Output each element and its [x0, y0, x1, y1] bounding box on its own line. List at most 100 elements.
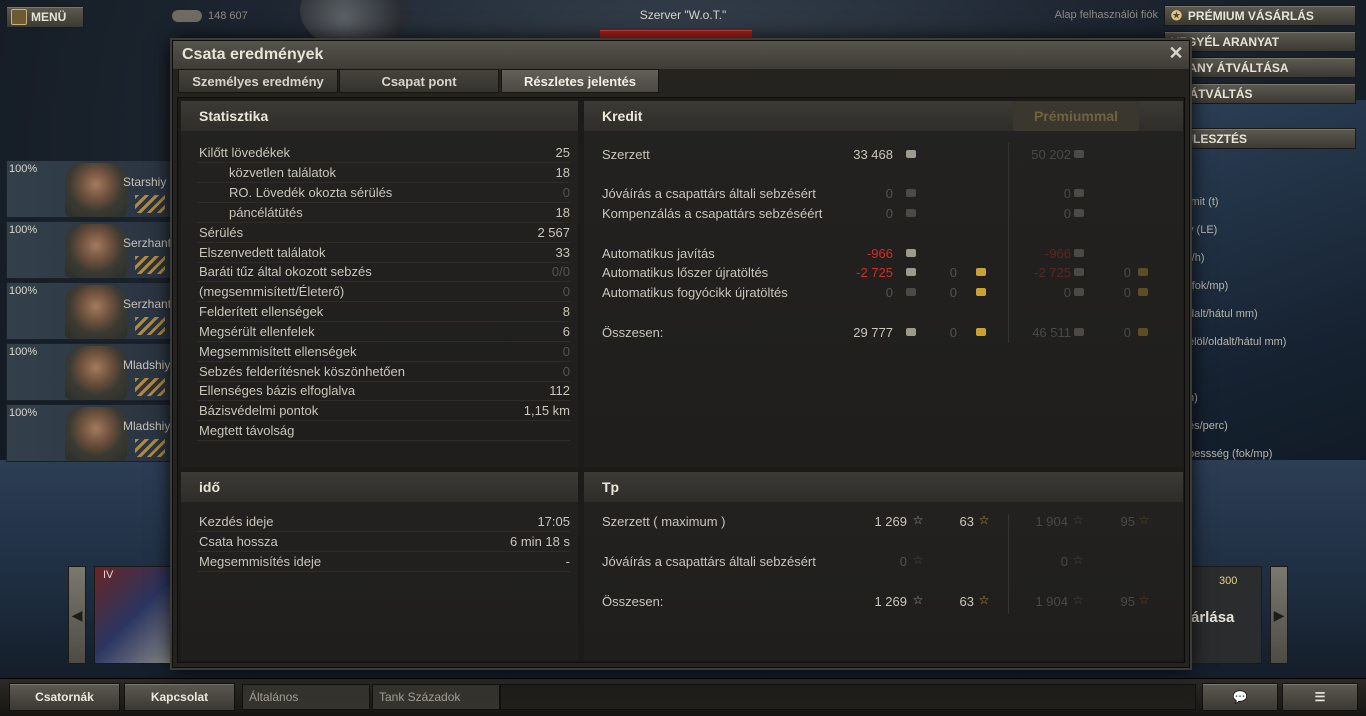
vehicle-stat: dalt/hátul mm) — [1188, 308, 1258, 320]
premium-credit-value: 46 511 — [1032, 325, 1071, 340]
rank-stripes-icon — [135, 439, 165, 457]
tab-team-score[interactable]: Csapat pont — [339, 69, 499, 93]
buy-slot-label: árlása — [1191, 609, 1235, 626]
crew-skill-percent: 100% — [9, 224, 38, 236]
stat-row: Elszenvedett találatok 33 — [181, 243, 578, 263]
credit-row: Automatikus lőszer újratöltés -2 725 0 -2 7… — [584, 263, 1183, 283]
stat-value: 2 567 — [537, 225, 570, 240]
xp-star-icon: ☆ — [1072, 513, 1084, 527]
credit-icon — [1074, 189, 1084, 197]
credit-label: Szerzett — [602, 147, 650, 162]
crew-rank: Starshiy — [123, 175, 167, 189]
channels-button[interactable]: Csatornák — [9, 683, 120, 711]
crew-member[interactable]: 100% Starshiy — [6, 160, 172, 218]
crew-member[interactable]: 100% Serzhant — [6, 282, 172, 340]
contacts-button[interactable]: Kapcsolat — [124, 683, 235, 711]
premium-header: Prémiummal — [1013, 101, 1139, 131]
xp-panel: Tp Szerzett ( maximum ) 1 269 ☆ 63 ☆ 1 904 ☆ 95… — [584, 472, 1183, 660]
credit-icon — [1074, 288, 1084, 296]
crew-member[interactable]: 100% Mladshiy — [6, 343, 172, 401]
crew-rank: Mladshiy — [123, 358, 171, 372]
premium-credit-value: 0 — [1063, 186, 1071, 201]
stat-row: közvetlen találatok 18 — [181, 163, 578, 183]
gold-value: 0 — [949, 325, 957, 340]
tab-personal-results[interactable]: Személyes eredmény — [178, 69, 338, 93]
crew-member[interactable]: 100% Mladshiy — [6, 404, 172, 462]
buy-gold-button[interactable]: VEGYÉL ARANYAT — [1164, 31, 1356, 52]
menu-button[interactable]: MENÜ — [6, 6, 84, 28]
xp-star-icon: ☆ — [912, 513, 924, 527]
carousel-right-arrow[interactable]: ▶ — [1270, 566, 1288, 664]
stat-value: 0 — [562, 185, 570, 200]
stat-value: 0 — [562, 364, 570, 379]
credits-display: 148 607 — [172, 10, 248, 22]
time-label: Megsemmisítés ideje — [199, 554, 322, 569]
chat-bubble-button[interactable]: 💬 — [1202, 683, 1278, 711]
stat-value: 8 — [562, 304, 570, 319]
stat-label: Bázisvédelmi pontok — [199, 403, 319, 418]
stat-label: Ellenséges bázis elfoglalva — [199, 383, 356, 398]
credit-panel: Kredit Prémiummal Szerzett 33 468 50 202 Jó… — [584, 101, 1183, 467]
credit-row: Automatikus fogyócikk újratöltés 0 0 0 0 — [584, 283, 1183, 303]
research-button[interactable]: FEJLESZTÉS — [1164, 128, 1356, 149]
premium-credit-value: 50 202 — [1031, 147, 1071, 162]
vehicle-stat: r/h) — [1188, 252, 1205, 264]
premium-credit-value: 0 — [1063, 206, 1071, 221]
stat-row: Sérülés 2 567 — [181, 223, 578, 243]
exchange-gold-button[interactable]: ARANY ÁTVÁLTÁSA — [1164, 57, 1356, 78]
premium-xp-value: 0 — [1060, 554, 1068, 569]
stat-value: 0 — [562, 344, 570, 359]
xp-row: Jóváírás a csapattárs általi sebzésért 0 ☆… — [584, 552, 1183, 572]
free-xp-value: 63 — [959, 594, 974, 609]
buy-premium-label: PRÉMIUM VÁSÁRLÁS — [1187, 8, 1314, 23]
stat-row: Sebzés felderítésnek köszönhetően 0 — [181, 362, 578, 382]
crew-portrait — [65, 224, 127, 278]
credit-icon — [906, 288, 916, 296]
stat-row: Ellenséges bázis elfoglalva 112 — [181, 381, 578, 401]
stat-label: Megsérült ellenfelek — [199, 324, 315, 339]
crew-skill-percent: 100% — [9, 407, 38, 419]
battle-results-window: Csata eredmények ✕ Személyes eredmény Cs… — [172, 40, 1190, 668]
crew-skill-percent: 100% — [9, 285, 38, 297]
tank-card[interactable]: IV — [94, 566, 174, 664]
premium-xp-value: 1 904 — [1035, 594, 1068, 609]
crew-member[interactable]: 100% Serzhant — [6, 221, 172, 279]
chat-tab-general[interactable]: Általános — [242, 684, 370, 710]
stat-label: Felderített ellenségek — [199, 304, 324, 319]
free-xp-star-icon: ☆ — [978, 513, 990, 527]
vehicle-stat: imit (t) — [1188, 196, 1219, 208]
notifications-button[interactable]: ☰ — [1282, 683, 1358, 711]
xp-star-icon: ☆ — [1072, 553, 1084, 567]
stat-row: RO. Lövedék okozta sérülés 0 — [181, 183, 578, 203]
buy-premium-button[interactable]: ✪ PRÉMIUM VÁSÁRLÁS — [1164, 5, 1356, 26]
stat-value: 6 — [562, 324, 570, 339]
window-header[interactable]: Csata eredmények ✕ — [173, 41, 1189, 69]
stat-row: Megsemmisített ellenségek 0 — [181, 342, 578, 362]
crew-portrait — [65, 346, 127, 400]
credit-label: Automatikus javítás — [602, 246, 715, 261]
chat-tab-companies[interactable]: Tank Századok — [372, 684, 500, 710]
stat-label: Sebzés felderítésnek köszönhetően — [199, 364, 405, 379]
premium-gold-value: 0 — [1123, 265, 1131, 280]
convert-xp-button[interactable]: TP ÁTVÁLTÁS — [1164, 83, 1356, 104]
slot-price: 300 — [1219, 575, 1238, 587]
rank-stripes-icon — [135, 256, 165, 274]
vehicle-stat: bessség (fok/mp) — [1188, 448, 1273, 460]
carousel-left-arrow[interactable]: ◀ — [68, 566, 86, 664]
buy-slot-card[interactable]: 300 árlása — [1190, 566, 1262, 664]
stat-value: 18 — [555, 205, 570, 220]
close-icon[interactable]: ✕ — [1167, 44, 1185, 62]
crew-portrait — [65, 285, 127, 339]
tab-detailed-report[interactable]: Részletes jelentés — [501, 69, 659, 93]
credit-value: -2 725 — [856, 265, 893, 280]
chat-input[interactable] — [500, 684, 1196, 710]
credit-label: Összesen: — [602, 325, 664, 340]
credit-row: Jóváírás a csapattárs általi sebzésért 0 0 — [584, 184, 1183, 204]
account-type: Alap felhasználói fiók — [1054, 9, 1158, 21]
time-label: Csata hossza — [199, 534, 278, 549]
xp-value: 1 269 — [874, 594, 907, 609]
stat-label: Megtett távolság — [199, 423, 295, 438]
credit-row: Szerzett 33 468 50 202 — [584, 145, 1183, 165]
credit-row: Összesen: 29 777 0 46 511 0 — [584, 323, 1183, 343]
xp-header: Tp — [584, 472, 1183, 502]
